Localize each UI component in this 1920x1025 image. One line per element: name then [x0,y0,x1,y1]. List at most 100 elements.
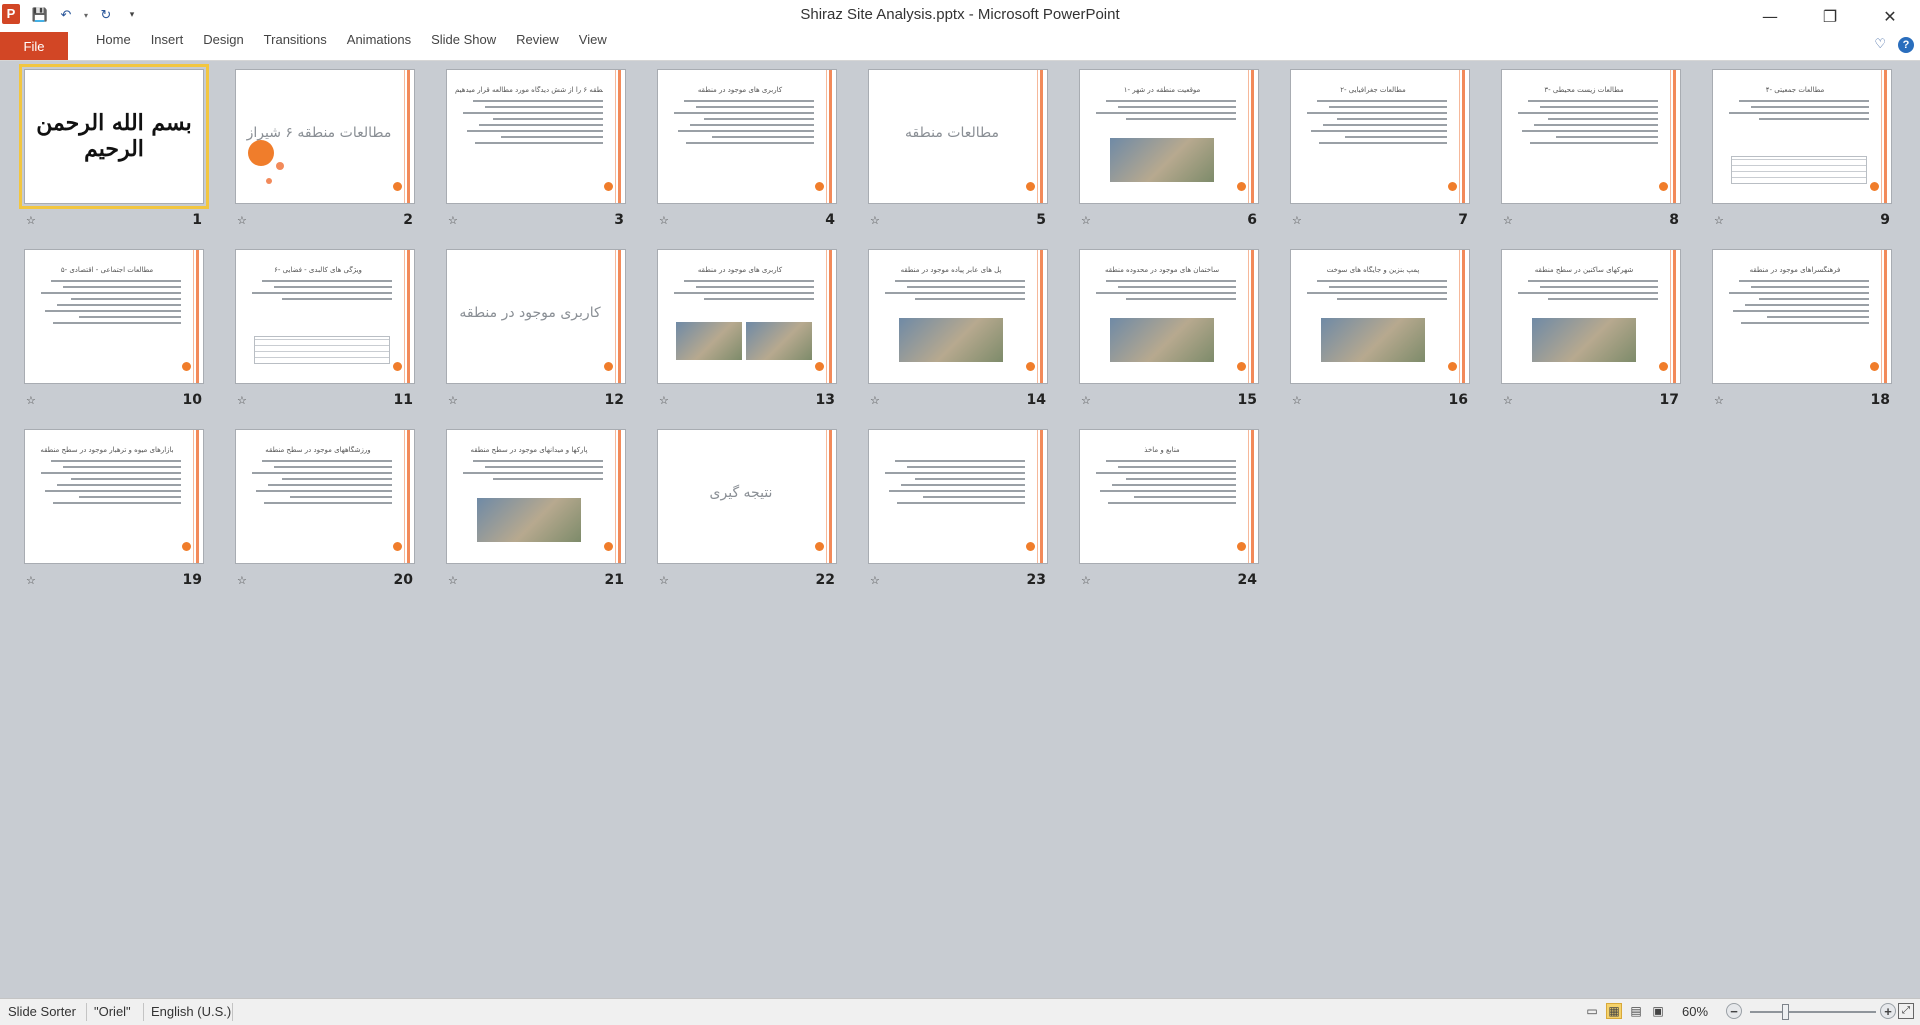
slide-thumbnail[interactable]: بسم الله الرحمن الرحیم [19,64,209,209]
slide-number: 24 [1237,572,1257,588]
slide-thumbnail[interactable]: ۳- مطالعات زیست محیطی [1501,69,1681,204]
slide-transition-icon[interactable]: ☆ [1503,214,1513,227]
slide-transition-icon[interactable]: ☆ [659,394,669,407]
slide-transition-icon[interactable]: ☆ [870,394,880,407]
title-bar: P 💾 ↶ ▾ ↻ ▾ Shiraz Site Analysis.pptx - … [0,0,1920,32]
slide-thumbnail[interactable]: ۴- مطالعات جمعیتی [1712,69,1892,204]
zoom-slider-thumb[interactable] [1782,1004,1789,1020]
slide-thumbnail[interactable]: ۲- مطالعات جغرافیایی [1290,69,1470,204]
slide-transition-icon[interactable]: ☆ [26,394,36,407]
slide-accent-dot [1870,362,1879,371]
close-button[interactable]: ✕ [1860,0,1920,32]
tab-view[interactable]: View [569,32,617,60]
slide-transition-icon[interactable]: ☆ [1714,214,1724,227]
slide-transition-icon[interactable]: ☆ [870,214,880,227]
slide-thumbnail[interactable]: منابع و ماخذ [1079,429,1259,564]
slide-title: بازارهای میوه و ترهبار موجود در سطح منطق… [40,446,174,454]
slide-transition-icon[interactable]: ☆ [448,574,458,587]
slide-transition-icon[interactable]: ☆ [659,214,669,227]
theme-name-label[interactable]: "Oriel" [94,1004,131,1019]
slide-number: 11 [393,392,413,408]
slide-title: پمپ بنزین و جایگاه های سوخت [1326,266,1420,274]
fit-to-window-icon[interactable]: ⤢ [1898,1003,1914,1019]
slide-transition-icon[interactable]: ☆ [1292,394,1302,407]
tab-slide-show[interactable]: Slide Show [421,32,506,60]
file-tab[interactable]: File [0,32,68,60]
slide-transition-icon[interactable]: ☆ [237,574,247,587]
save-icon[interactable]: 💾 [30,4,50,26]
zoom-out-button[interactable]: − [1726,1003,1742,1019]
slide-sorter-view-icon[interactable]: ▦ [1606,1003,1622,1019]
slide-number: 20 [393,572,413,588]
slide-transition-icon[interactable]: ☆ [1503,394,1513,407]
tab-transitions[interactable]: Transitions [254,32,337,60]
tab-animations[interactable]: Animations [337,32,421,60]
ribbon-collapse-icon[interactable]: ♡ [1874,37,1886,53]
minimize-button[interactable]: — [1740,0,1800,32]
slide-thumbnail[interactable]: بازارهای میوه و ترهبار موجود در سطح منطق… [24,429,204,564]
slide-thumbnail[interactable]: ۵- مطالعات اجتماعی - اقتصادی [24,249,204,384]
zoom-slider[interactable] [1750,1011,1876,1013]
slide-show-view-icon[interactable]: ▣ [1650,1003,1666,1019]
slide-transition-icon[interactable]: ☆ [26,574,36,587]
slide-thumbnail[interactable]: ۱- موقعیت منطقه در شهر [1079,69,1259,204]
slide-title: ۴- مطالعات جمعیتی [1765,86,1825,94]
zoom-in-button[interactable]: + [1880,1003,1896,1019]
slide-thumbnail[interactable]: ورزشگاههای موجود در سطح منطقه [235,429,415,564]
redo-icon[interactable]: ↻ [96,4,116,26]
slide-transition-icon[interactable]: ☆ [1081,394,1091,407]
slide-transition-icon[interactable]: ☆ [1292,214,1302,227]
slide-title: ۳- مطالعات زیست محیطی [1544,86,1624,94]
slide-title: کاربری موجود در منطقه [459,305,601,321]
slide-thumbnail[interactable]: فرهنگسراهای موجود در منطقه [1712,249,1892,384]
slide-title: شهرکهای ساکنین در سطح منطقه [1534,266,1634,274]
slide-thumbnail[interactable]: شهرکهای ساکنین در سطح منطقه [1501,249,1681,384]
slide-thumbnail[interactable]: ساختمان های موجود در محدوده منطقه [1079,249,1259,384]
customize-icon[interactable]: ▾ [122,4,142,26]
slide-accent-dot [815,182,824,191]
slide-thumbnail[interactable]: مطالعات منطقه [868,69,1048,204]
slide-transition-icon[interactable]: ☆ [659,574,669,587]
slide-number: 17 [1659,392,1679,408]
slide-number: 14 [1026,392,1046,408]
slide-number: 2 [403,212,413,228]
status-bar: Slide Sorter "Oriel" English (U.S.) ▭ ▦ … [0,998,1920,1025]
slide-thumbnail[interactable]: پمپ بنزین و جایگاه های سوخت [1290,249,1470,384]
tab-design[interactable]: Design [193,32,253,60]
restore-button[interactable]: ❐ [1800,0,1860,32]
normal-view-icon[interactable]: ▭ [1584,1003,1600,1019]
tab-home[interactable]: Home [86,32,141,60]
slide-transition-icon[interactable]: ☆ [237,394,247,407]
slide-thumbnail[interactable]: کاربری های موجود در منطقه [657,249,837,384]
slide-accent-dot [815,542,824,551]
slide-transition-icon[interactable]: ☆ [448,214,458,227]
undo-icon[interactable]: ↶ [56,4,76,26]
slide-thumbnail[interactable] [868,429,1048,564]
slide-thumbnail[interactable]: نتیجه گیری [657,429,837,564]
help-icon[interactable]: ? [1898,37,1914,53]
slide-transition-icon[interactable]: ☆ [448,394,458,407]
slide-thumbnail[interactable]: مطالعات منطقه ۶ شیراز [235,69,415,204]
slide-title: پارکها و میدانهای موجود در سطح منطقه [470,446,588,454]
slide-thumbnail[interactable]: منطقه ۶ را از شش دیدگاه مورد مطالعه قرار… [446,69,626,204]
slide-title: ۱- موقعیت منطقه در شهر [1123,86,1201,94]
slide-transition-icon[interactable]: ☆ [1081,214,1091,227]
slide-transition-icon[interactable]: ☆ [1081,574,1091,587]
slide-thumbnail[interactable]: ۶- ویژگی های کالبدی - فضایی [235,249,415,384]
undo-dropdown-icon[interactable]: ▾ [82,4,90,26]
slide-thumbnail[interactable]: پل های عابر پیاده موجود در منطقه [868,249,1048,384]
slide-transition-icon[interactable]: ☆ [870,574,880,587]
slide-transition-icon[interactable]: ☆ [26,214,36,227]
tab-review[interactable]: Review [506,32,569,60]
reading-view-icon[interactable]: ▤ [1628,1003,1644,1019]
slide-transition-icon[interactable]: ☆ [237,214,247,227]
slide-transition-icon[interactable]: ☆ [1714,394,1724,407]
slide-thumbnail[interactable]: کاربری موجود در منطقه [446,249,626,384]
slide-thumbnail[interactable]: پارکها و میدانهای موجود در سطح منطقه [446,429,626,564]
slide-thumbnail[interactable]: کاربری های موجود در منطقه [657,69,837,204]
slide-sorter-pane[interactable]: بسم الله الرحمن الرحیم 1 ☆ مطالعات منطقه ۶ … [0,61,1920,998]
zoom-level-label[interactable]: 60% [1682,1004,1708,1019]
powerpoint-app-icon[interactable]: P [2,4,20,24]
language-label[interactable]: English (U.S.) [151,1004,231,1019]
tab-insert[interactable]: Insert [141,32,194,60]
